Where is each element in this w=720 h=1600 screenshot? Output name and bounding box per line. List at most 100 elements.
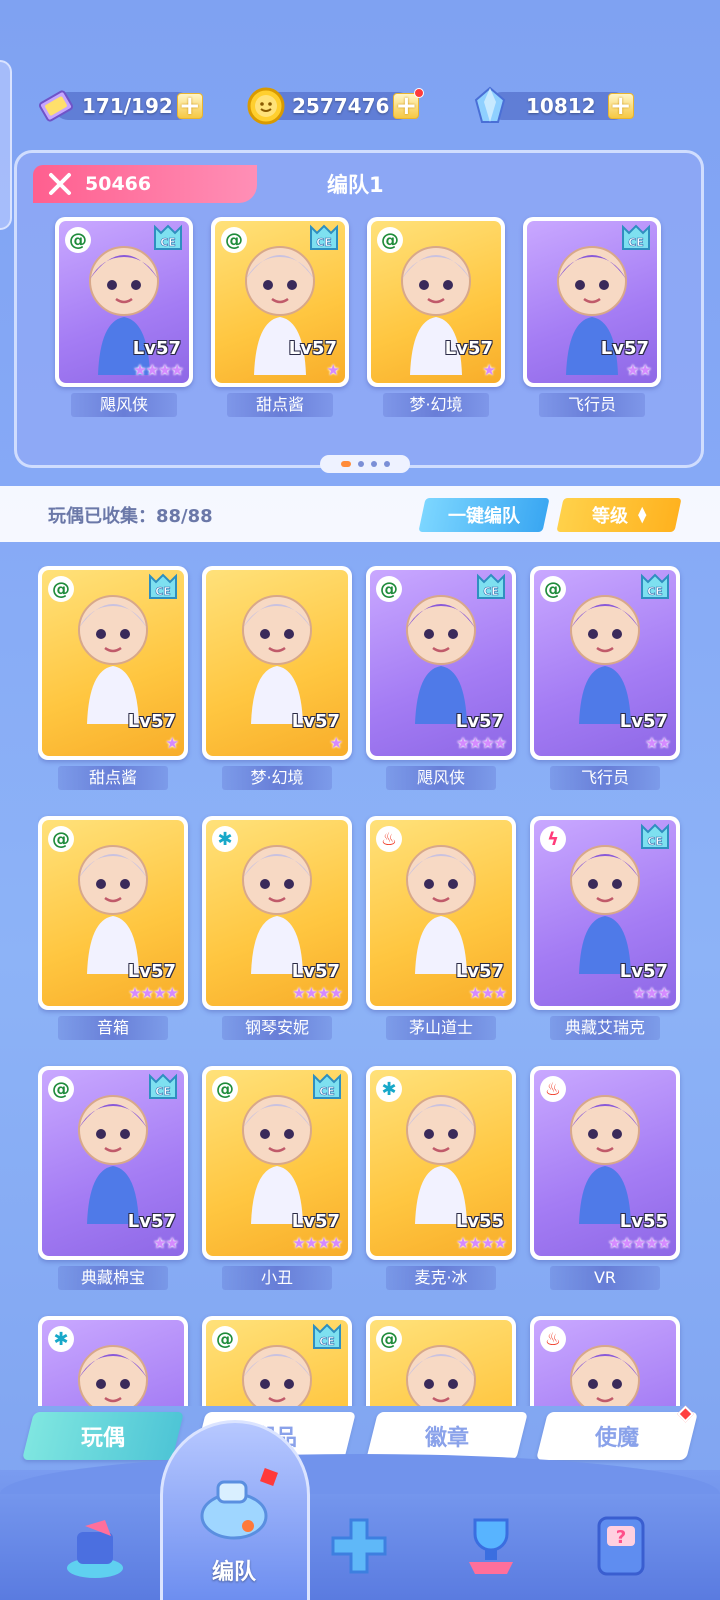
star-rating: ★★★ — [468, 984, 507, 1002]
team-power-value: 50466 — [85, 173, 152, 195]
fire-element-icon: ♨ — [540, 1076, 566, 1102]
nav-home[interactable] — [50, 1486, 140, 1586]
svg-text:CE: CE — [155, 1085, 171, 1098]
stamina-value: 171/192 — [82, 94, 173, 118]
doll-card[interactable]: Lv57 ★ 梦·幻境 — [202, 566, 352, 790]
category-tab-3[interactable]: 使魔 — [536, 1405, 698, 1460]
doll-name: 小丑 — [222, 1266, 332, 1290]
level-label: Lv57 — [444, 338, 493, 359]
character-figure — [570, 1345, 640, 1406]
svg-text:CE: CE — [628, 236, 644, 249]
nav-team[interactable]: 编队 — [184, 1446, 284, 1586]
svg-text:CE: CE — [155, 585, 171, 598]
team-member-row: @ CE Lv57 ★★★★ 飓风侠 @ CE Lv57 ★ 甜点酱 @ Lv57 ★ 梦·幻境 CE Lv5… — [55, 217, 661, 417]
doll-card[interactable]: @ CE Lv57 ★★★★ 飓风侠 — [55, 217, 193, 417]
one-click-team-button[interactable]: 一键编队 — [418, 498, 550, 532]
doll-card[interactable]: @ — [366, 1316, 516, 1406]
nav-game[interactable] — [314, 1486, 404, 1586]
level-label: Lv57 — [291, 961, 340, 982]
card-art: @ — [370, 1320, 512, 1406]
doll-card[interactable]: ♨ Lv55 ★★★★★ VR — [530, 1066, 680, 1290]
ce-badge-icon: CE — [149, 1073, 177, 1099]
ce-badge-icon: CE — [622, 224, 650, 250]
card-art: @ Lv57 ★ — [371, 221, 501, 383]
doll-card[interactable]: ✱ — [38, 1316, 188, 1406]
doll-name: 飓风侠 — [386, 766, 496, 790]
doll-card[interactable]: ✱ Lv57 ★★★★ 钢琴安妮 — [202, 816, 352, 1040]
card-art: CE Lv57 ★★ — [527, 221, 657, 383]
crossed-swords-icon — [49, 173, 71, 195]
card-frame: ♨ Lv55 ★★★★★ — [530, 1066, 680, 1260]
water-element-icon: ✱ — [48, 1326, 74, 1352]
doll-grid: @ CE Lv57 ★ 甜点酱 Lv57 ★ 梦·幻境 @ CE Lv57 ★★★★ 飓风侠 @ CE Lv5… — [38, 566, 698, 1406]
svg-text:CE: CE — [319, 1085, 335, 1098]
sort-by-level-button[interactable]: 等级 ▲ ▼ — [556, 498, 682, 532]
card-frame: @ CE Lv57 ★★★★ — [55, 217, 193, 387]
ce-badge-icon: CE — [641, 573, 669, 599]
level-label: Lv57 — [455, 961, 504, 982]
doll-card[interactable]: @ Lv57 ★★★★ 音箱 — [38, 816, 188, 1040]
add-gems-button[interactable]: + — [607, 93, 634, 119]
star-rating: ★★★★ — [292, 984, 343, 1002]
ticket-icon — [38, 90, 74, 122]
doll-card[interactable]: @ CE Lv57 ★★★★ 小丑 — [202, 1066, 352, 1290]
doll-card[interactable]: ♨ Lv57 ★★★ 茅山道士 — [366, 816, 516, 1040]
category-tab-2[interactable]: 徽章 — [366, 1412, 528, 1460]
star-rating: ★★★★★ — [607, 1234, 671, 1252]
doll-name: VR — [550, 1266, 660, 1290]
level-label: Lv57 — [288, 338, 337, 359]
nav-ranking[interactable] — [446, 1486, 536, 1586]
ce-badge-icon: CE — [154, 224, 182, 250]
doll-name: 甜点酱 — [58, 766, 168, 790]
wind-element-icon: @ — [540, 576, 566, 602]
card-art: ♨ — [534, 1320, 676, 1406]
card-frame: @ Lv57 ★ — [367, 217, 505, 387]
doll-card[interactable]: @ CE — [202, 1316, 352, 1406]
doll-card[interactable]: @ CE Lv57 ★ 甜点酱 — [211, 217, 349, 417]
add-stamina-button[interactable]: + — [176, 93, 203, 119]
svg-text:CE: CE — [483, 585, 499, 598]
doll-card[interactable]: @ CE Lv57 ★★★★ 飓风侠 — [366, 566, 516, 790]
character-figure — [78, 1345, 148, 1406]
card-art: ♨ Lv55 ★★★★★ — [534, 1070, 676, 1256]
card-frame: CE Lv57 ★★ — [523, 217, 661, 387]
add-coins-button[interactable]: + — [393, 88, 425, 119]
doll-card[interactable]: @ CE Lv57 ★ 甜点酱 — [38, 566, 188, 790]
side-drawer-handle[interactable] — [0, 60, 12, 230]
doll-name: 飞行员 — [539, 393, 645, 417]
gamepad-icon — [331, 1518, 387, 1574]
notification-dot — [676, 1405, 694, 1423]
star-rating: ★★ — [153, 1234, 179, 1252]
team-title: 编队1 — [327, 173, 384, 197]
category-tab-0[interactable]: 玩偶 — [22, 1412, 184, 1460]
doll-card[interactable]: CE Lv57 ★★ 飞行员 — [523, 217, 661, 417]
card-frame: ✱ Lv55 ★★★★ — [366, 1066, 516, 1260]
star-rating: ★★ — [645, 734, 671, 752]
card-art: @ CE Lv57 ★★★★ — [370, 570, 512, 756]
card-frame: ✱ Lv57 ★★★★ — [202, 816, 352, 1010]
character-figure — [570, 1095, 640, 1224]
water-element-icon: ✱ — [212, 826, 238, 852]
card-frame: @ CE Lv57 ★★★★ — [366, 566, 516, 760]
card-art: @ CE Lv57 ★★ — [534, 570, 676, 756]
nav-gacha[interactable]: ? — [576, 1486, 666, 1586]
svg-text:CE: CE — [160, 236, 176, 249]
wind-element-icon: @ — [221, 227, 247, 253]
svg-text:CE: CE — [319, 1335, 335, 1348]
wind-element-icon: @ — [65, 227, 91, 253]
doll-card[interactable]: @ Lv57 ★ 梦·幻境 — [367, 217, 505, 417]
doll-card[interactable]: ✱ Lv55 ★★★★ 麦克·冰 — [366, 1066, 516, 1290]
doll-card[interactable]: @ CE Lv57 ★★ 典藏棉宝 — [38, 1066, 188, 1290]
team-whistle-icon — [200, 1468, 278, 1540]
character-figure — [406, 1095, 476, 1224]
card-art: @ CE Lv57 ★★★★ — [206, 1070, 348, 1256]
card-frame: Lv57 ★ — [202, 566, 352, 760]
card-frame: ♨ Lv57 ★★★ — [366, 816, 516, 1010]
card-art: ✱ — [42, 1320, 184, 1406]
water-element-icon: ✱ — [376, 1076, 402, 1102]
doll-card[interactable]: @ CE Lv57 ★★ 飞行员 — [530, 566, 680, 790]
card-art: @ CE — [206, 1320, 348, 1406]
card-frame: ✱ — [38, 1316, 188, 1406]
doll-card[interactable]: ϟ CE Lv57 ★★★ 典藏艾瑞克 — [530, 816, 680, 1040]
doll-card[interactable]: ♨ — [530, 1316, 680, 1406]
